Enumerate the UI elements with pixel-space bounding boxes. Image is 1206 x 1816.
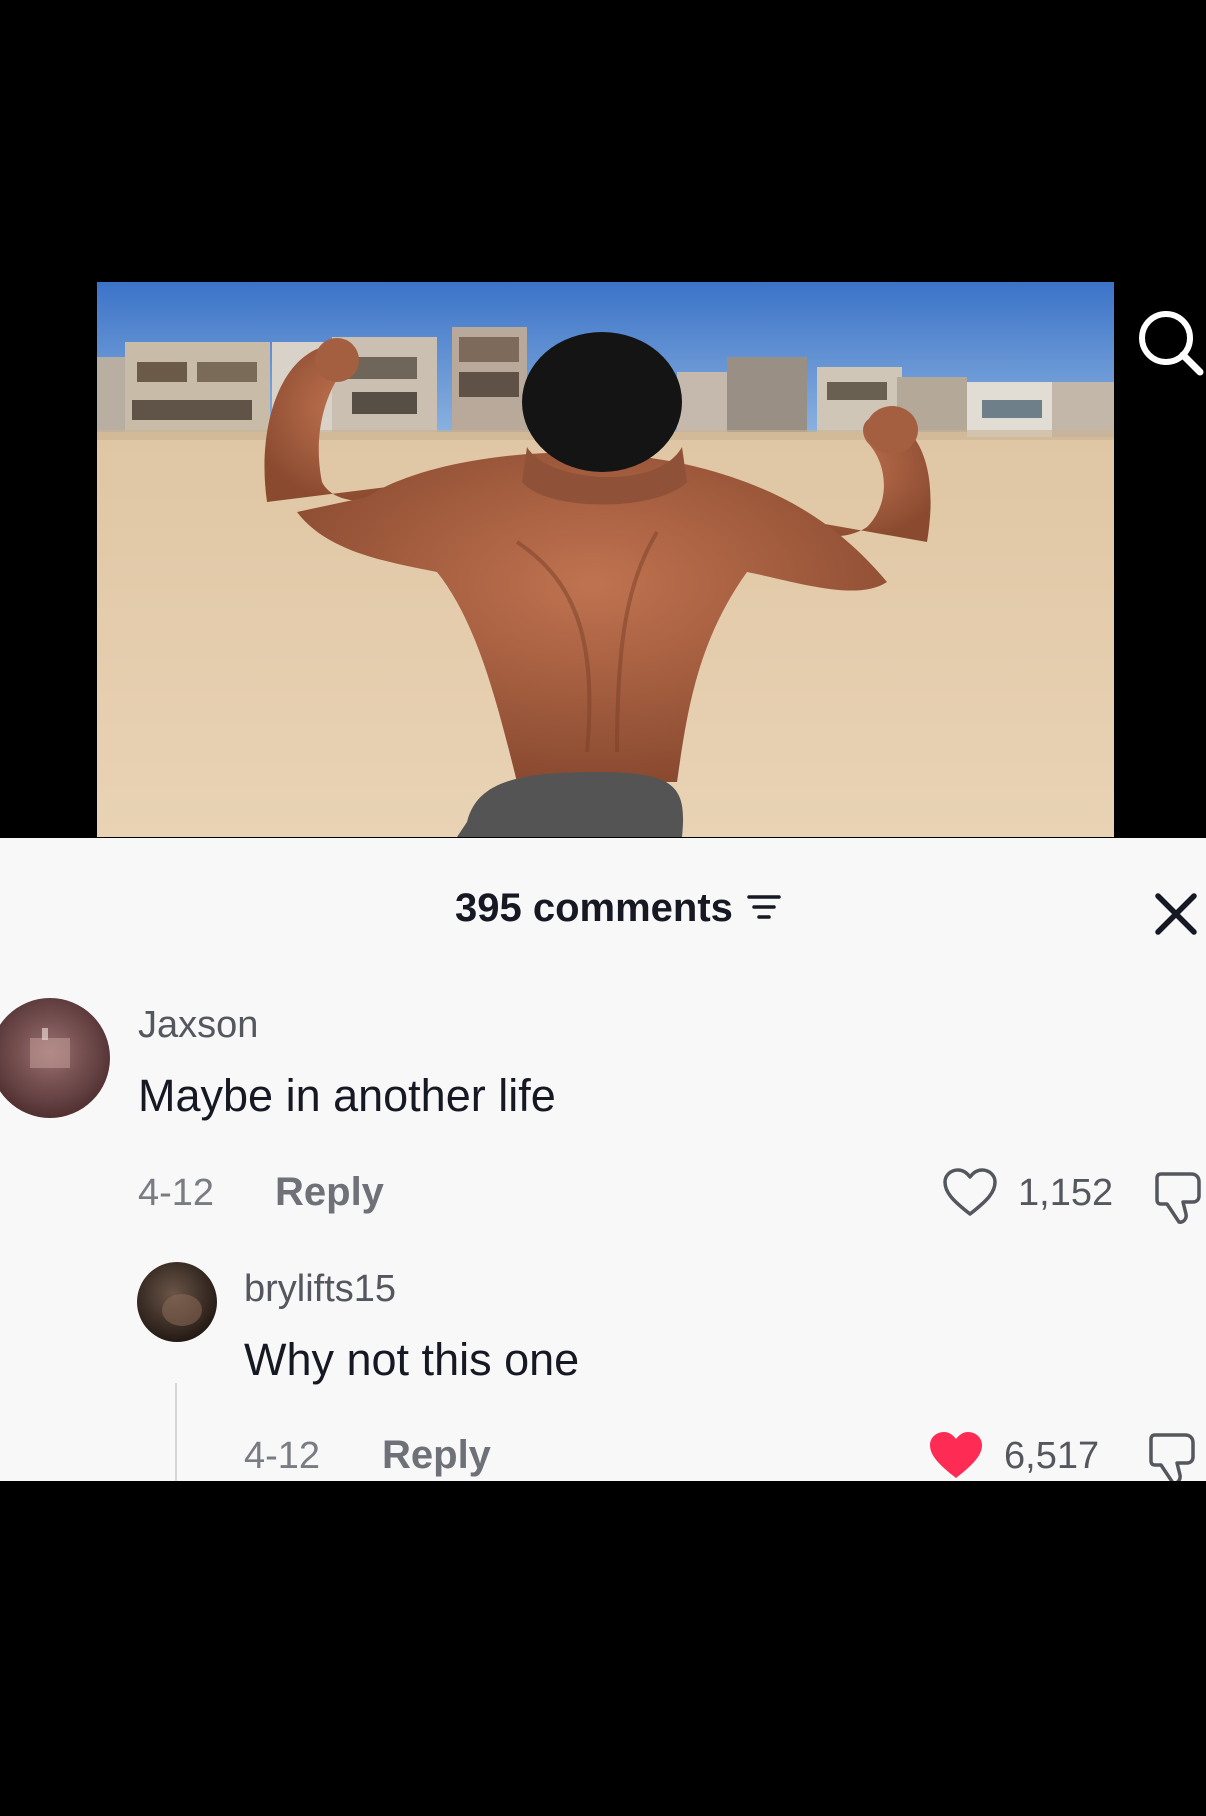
reply-button[interactable]: Reply	[382, 1433, 491, 1478]
like-button[interactable]: 6,517	[928, 1431, 1099, 1481]
dislike-button[interactable]	[1147, 1431, 1200, 1481]
bottom-background	[0, 1481, 1206, 1816]
comment-date: 4-12	[244, 1435, 321, 1477]
reply-thread-line	[175, 1383, 177, 1481]
comments-sheet: 395 comments Jaxson Maybe in another lif…	[0, 838, 1206, 1481]
search-button[interactable]	[1130, 300, 1206, 380]
like-count: 6,517	[1004, 1434, 1100, 1477]
avatar[interactable]	[137, 1262, 217, 1342]
reply-comment-item: brylifts15 Why not this one 4-12 Reply 6…	[0, 838, 1206, 1481]
video-player[interactable]	[97, 282, 1114, 837]
search-icon	[1139, 311, 1204, 376]
thumbs-down-icon	[1149, 1433, 1195, 1481]
comment-text: Why not this one	[244, 1334, 580, 1385]
comment-username[interactable]: brylifts15	[244, 1268, 396, 1311]
video-frame-image	[97, 282, 1114, 837]
heart-filled-icon	[930, 1432, 982, 1478]
